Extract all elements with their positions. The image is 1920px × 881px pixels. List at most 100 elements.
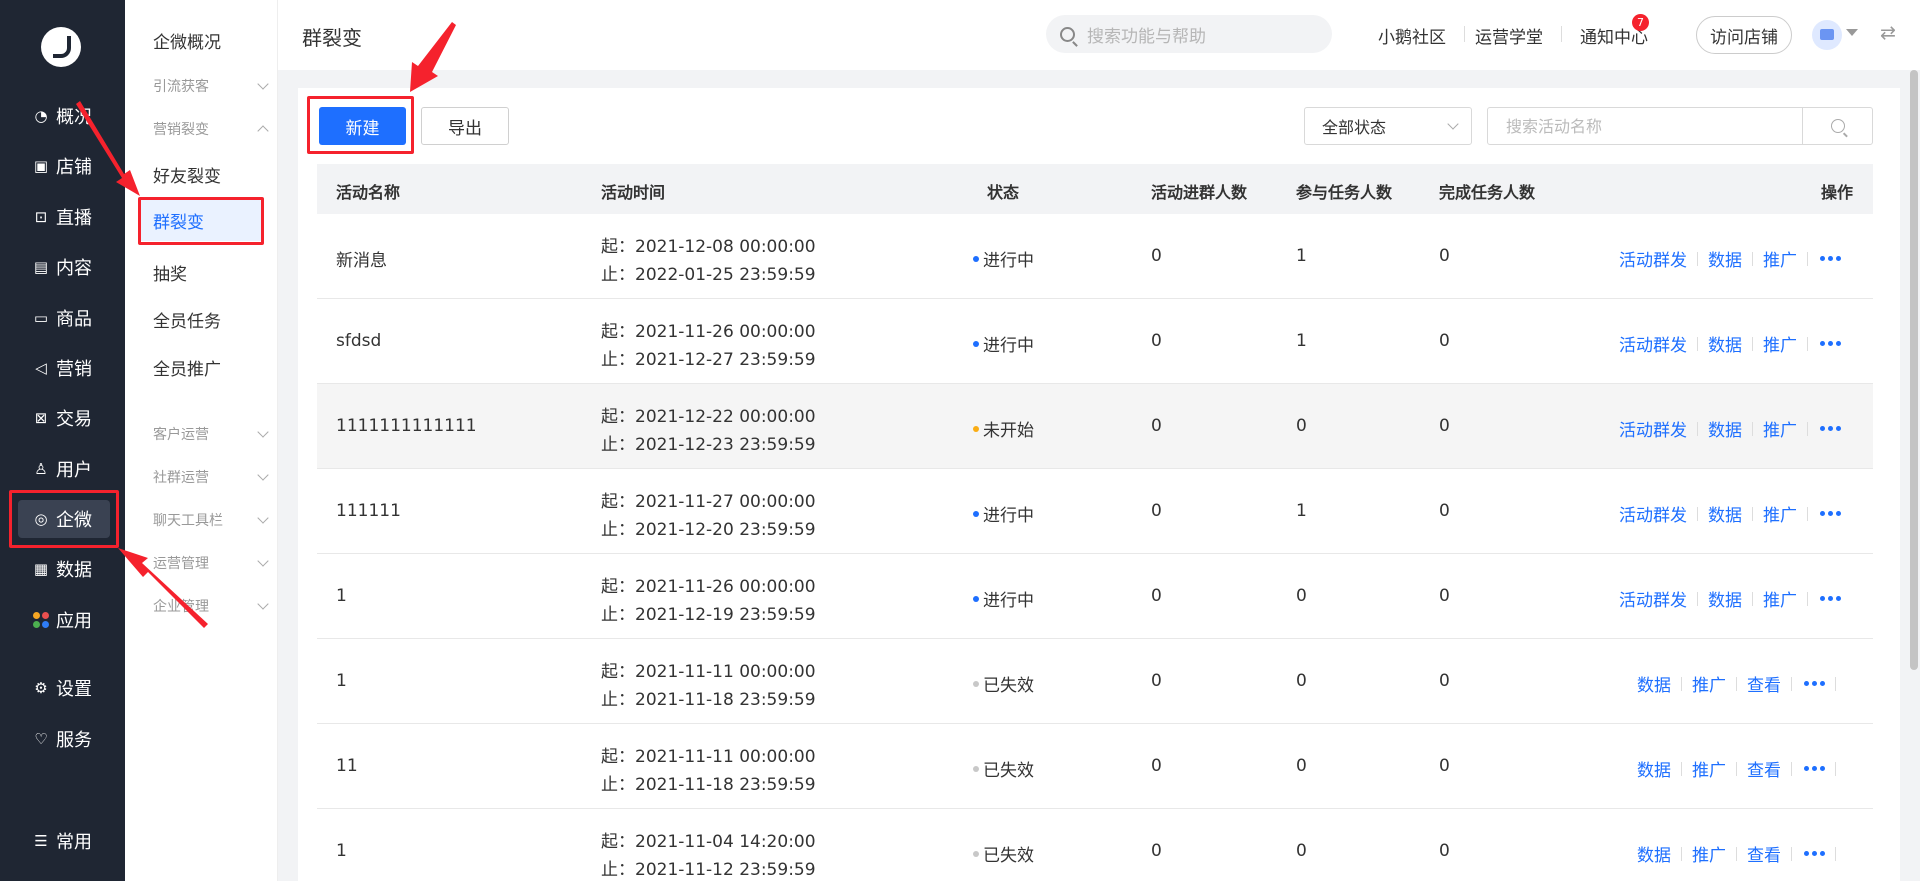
submenu-group-enterprise[interactable]: 企业管理	[153, 596, 273, 616]
activity-start-time: 起：2021-11-27 00:00:00	[601, 492, 816, 512]
rail-item-common[interactable]: ☰ 常用	[18, 822, 110, 860]
table-row: 新消息 起：2021-12-08 00:00:00 止：2022-01-25 23:…	[317, 214, 1873, 299]
visit-store-button[interactable]: 访问店铺	[1696, 16, 1792, 54]
row-action-link[interactable]: 活动群发	[1619, 586, 1687, 611]
row-action-link[interactable]: 查看	[1747, 756, 1781, 781]
row-action-link[interactable]: 推广	[1692, 841, 1726, 866]
row-action-link[interactable]: 数据	[1708, 331, 1742, 356]
row-action-link[interactable]: 推广	[1763, 586, 1797, 611]
submenu-item-friend-fission[interactable]: 好友裂变	[153, 162, 221, 187]
submenu-item-lottery[interactable]: 抽奖	[153, 260, 187, 285]
export-button[interactable]: 导出	[421, 107, 509, 145]
rail-item-data[interactable]: ▦ 数据	[18, 550, 110, 588]
row-action-link[interactable]: 数据	[1708, 246, 1742, 271]
rail-item-shop[interactable]: ▣ 店铺	[18, 147, 110, 185]
activity-search-button[interactable]	[1802, 108, 1872, 144]
col-joined: 活动进群人数	[1151, 183, 1248, 202]
row-action-link[interactable]: 数据	[1708, 501, 1742, 526]
submenu-overview[interactable]: 企微概况	[153, 28, 221, 53]
table-header: 活动名称 活动时间 状态 活动进群人数 参与任务人数 完成任务人数 操作	[317, 164, 1873, 214]
activity-end-time: 止：2021-11-18 23:59:59	[601, 775, 816, 795]
divider	[1736, 676, 1737, 691]
activity-name: 1111111111111	[336, 416, 477, 436]
status-dot	[973, 680, 979, 687]
row-action-link[interactable]: 活动群发	[1619, 416, 1687, 441]
switch-icon[interactable]: ⇄	[1880, 22, 1896, 44]
divider	[1681, 676, 1682, 691]
divider	[1697, 591, 1698, 606]
more-icon[interactable]	[1820, 596, 1841, 601]
row-action-link[interactable]: 推广	[1763, 501, 1797, 526]
live-icon: ⊡	[34, 208, 48, 226]
status-badge: 进行中	[973, 246, 1034, 271]
status-filter-select[interactable]: 全部状态	[1304, 107, 1472, 145]
more-icon[interactable]	[1804, 766, 1825, 771]
divider	[1681, 761, 1682, 776]
rail-item-settings[interactable]: ⚙ 设置	[18, 669, 110, 707]
content-icon: ▤	[33, 258, 49, 276]
annotation-highlight-group-fission	[138, 197, 264, 245]
store-avatar-icon[interactable]	[1812, 20, 1842, 50]
row-action-link[interactable]: 数据	[1637, 756, 1671, 781]
submenu-item-all-promote[interactable]: 全员推广	[153, 355, 221, 380]
rail-item-overview[interactable]: ◔ 概况	[18, 97, 110, 135]
submenu-group-customer[interactable]: 客户运营	[153, 424, 273, 444]
participant-count: 1	[1296, 246, 1307, 266]
row-action-link[interactable]: 推广	[1692, 671, 1726, 696]
submenu-group-fission[interactable]: 营销裂变	[153, 119, 273, 139]
rail-item-user[interactable]: ♙ 用户	[18, 450, 110, 488]
row-action-link[interactable]: 数据	[1637, 841, 1671, 866]
table-row: sfdsd 起：2021-11-26 00:00:00 止：2021-12-27 2…	[317, 299, 1873, 384]
caret-down-icon[interactable]	[1846, 29, 1858, 36]
activity-name: 11	[336, 756, 358, 776]
row-action-link[interactable]: 活动群发	[1619, 246, 1687, 271]
row-action-link[interactable]: 活动群发	[1619, 331, 1687, 356]
page-scrollbar[interactable]	[1910, 70, 1918, 670]
rail-item-goods[interactable]: ▭ 商品	[18, 299, 110, 337]
submenu-group-acquire[interactable]: 引流获客	[153, 76, 273, 96]
row-action-link[interactable]: 推广	[1692, 756, 1726, 781]
more-icon[interactable]	[1804, 681, 1825, 686]
rail-item-content[interactable]: ▤ 内容	[18, 248, 110, 286]
submenu-item-all-tasks[interactable]: 全员任务	[153, 307, 221, 332]
divider	[1697, 506, 1698, 521]
activity-start-time: 起：2021-11-11 00:00:00	[601, 662, 816, 682]
status-dot	[973, 425, 979, 432]
row-action-link[interactable]: 推广	[1763, 331, 1797, 356]
more-icon[interactable]	[1820, 256, 1841, 261]
row-action-link[interactable]: 活动群发	[1619, 501, 1687, 526]
activity-start-time: 起：2021-12-22 00:00:00	[601, 407, 816, 427]
community-link[interactable]: 小鹅社区	[1378, 23, 1446, 48]
search-icon	[1060, 26, 1075, 42]
academy-link[interactable]: 运营学堂	[1475, 23, 1543, 48]
chevron-down-icon	[1447, 118, 1459, 130]
submenu-group-ops[interactable]: 运营管理	[153, 553, 273, 573]
rail-item-trade[interactable]: ⊠ 交易	[18, 399, 110, 437]
divider	[1807, 251, 1808, 266]
rail-item-live[interactable]: ⊡ 直播	[18, 198, 110, 236]
global-search-input[interactable]: 搜索功能与帮助	[1046, 15, 1332, 53]
app-logo[interactable]	[41, 27, 81, 67]
status-badge: 未开始	[973, 416, 1034, 441]
chevron-down-icon	[257, 555, 269, 567]
row-action-link[interactable]: 查看	[1747, 671, 1781, 696]
divider	[1697, 336, 1698, 351]
more-icon[interactable]	[1820, 511, 1841, 516]
rail-item-apps[interactable]: 应用	[18, 601, 110, 639]
row-action-link[interactable]: 查看	[1747, 841, 1781, 866]
row-action-link[interactable]: 推广	[1763, 246, 1797, 271]
col-participants: 参与任务人数	[1296, 183, 1393, 202]
activity-end-time: 止：2021-12-19 23:59:59	[601, 605, 816, 625]
submenu-group-chat-toolbar[interactable]: 聊天工具栏	[153, 510, 273, 530]
more-icon[interactable]	[1804, 851, 1825, 856]
activity-search-input[interactable]	[1488, 108, 1804, 144]
rail-item-marketing[interactable]: ◁ 营销	[18, 349, 110, 387]
row-action-link[interactable]: 数据	[1637, 671, 1671, 696]
submenu-group-community[interactable]: 社群运营	[153, 467, 273, 487]
more-icon[interactable]	[1820, 426, 1841, 431]
rail-item-service[interactable]: ♡ 服务	[18, 720, 110, 758]
more-icon[interactable]	[1820, 341, 1841, 346]
row-action-link[interactable]: 数据	[1708, 416, 1742, 441]
row-action-link[interactable]: 推广	[1763, 416, 1797, 441]
row-action-link[interactable]: 数据	[1708, 586, 1742, 611]
